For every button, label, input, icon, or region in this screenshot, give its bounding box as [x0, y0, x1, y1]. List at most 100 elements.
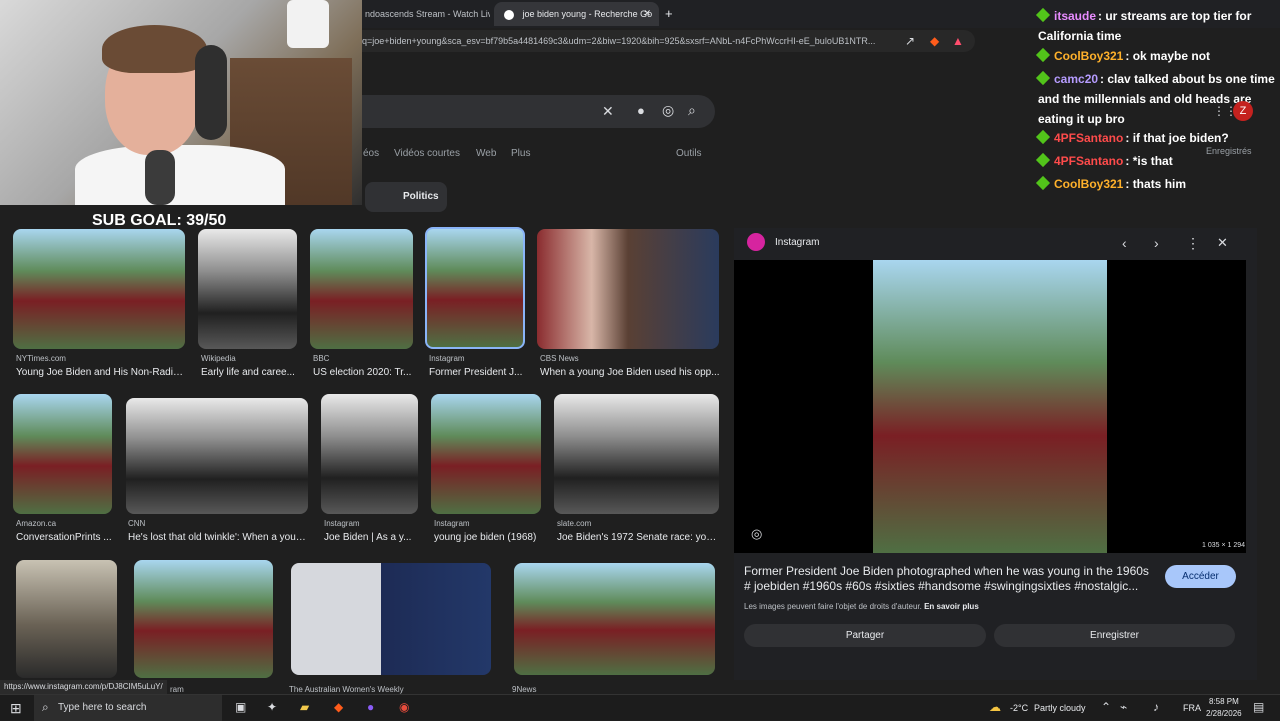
- result-source-4[interactable]: Instagram: [429, 354, 465, 363]
- share-icon[interactable]: ↗: [905, 34, 915, 48]
- result-source-13[interactable]: The Australian Women's Weekly: [289, 685, 404, 694]
- notification-icon[interactable]: ▤: [1253, 700, 1264, 714]
- result-image-3[interactable]: [310, 229, 413, 349]
- result-image-4-selected[interactable]: [425, 227, 525, 349]
- weather-temperature[interactable]: -2°C: [1010, 703, 1028, 713]
- task-view-icon[interactable]: ▣: [235, 700, 246, 714]
- tab-stream[interactable]: ndoascends Stream - Watch Live c: [355, 2, 490, 26]
- preview-image[interactable]: [873, 260, 1107, 553]
- chip-more[interactable]: Plus: [511, 148, 530, 159]
- streamer-shirt: [75, 145, 285, 205]
- windows-start-icon[interactable]: ⊞: [10, 700, 22, 717]
- result-image-2[interactable]: [198, 229, 297, 349]
- clear-search-icon[interactable]: ✕: [602, 103, 614, 120]
- close-tab-icon[interactable]: ✕: [643, 8, 651, 19]
- result-image-9[interactable]: [431, 394, 541, 514]
- result-caption-3[interactable]: US election 2020: Tr...: [313, 367, 413, 378]
- result-image-7[interactable]: [126, 398, 308, 514]
- result-caption-8[interactable]: Joe Biden | As a y...: [324, 532, 418, 543]
- result-caption-9[interactable]: young joe biden (1968): [434, 532, 542, 543]
- related-image-1[interactable]: [746, 663, 906, 680]
- chat-text: : *is that: [1125, 154, 1173, 168]
- badge-icon: [1035, 152, 1051, 168]
- learn-more-link[interactable]: En savoir plus: [924, 602, 979, 611]
- lens-icon[interactable]: ◎: [662, 102, 674, 119]
- clock-time[interactable]: 8:58 PM: [1209, 697, 1239, 706]
- chat-user: 4PFSantano: [1054, 131, 1124, 145]
- volume-icon[interactable]: ♪: [1153, 700, 1159, 714]
- weather-text[interactable]: Partly cloudy: [1034, 703, 1086, 713]
- obs-icon[interactable]: ◉: [399, 700, 409, 714]
- search-icon[interactable]: ⌕: [688, 102, 696, 119]
- result-source-7[interactable]: CNN: [128, 519, 145, 528]
- result-image-12[interactable]: [134, 560, 273, 678]
- preview-description[interactable]: Former President Joe Biden photographed …: [744, 564, 1154, 594]
- result-source-9[interactable]: Instagram: [434, 519, 470, 528]
- chat-text: : ok maybe not: [1125, 49, 1211, 63]
- search-box[interactable]: ✕ ● ◎ ⌕: [340, 95, 715, 128]
- tools-button[interactable]: Outils: [676, 148, 702, 159]
- result-source-2[interactable]: Wikipedia: [201, 354, 236, 363]
- file-explorer-icon[interactable]: ▰: [300, 700, 309, 714]
- result-source-3[interactable]: BBC: [313, 354, 329, 363]
- result-source-6[interactable]: Amazon.ca: [16, 519, 56, 528]
- taskbar-search[interactable]: ⌕ Type here to search: [34, 695, 222, 721]
- result-caption-10[interactable]: Joe Biden's 1972 Senate race: you...: [557, 532, 719, 543]
- share-button[interactable]: Partager: [744, 624, 986, 647]
- rewards-icon[interactable]: ▲: [952, 34, 964, 48]
- chat-text: : thats him: [1125, 177, 1187, 191]
- result-source-1[interactable]: NYTimes.com: [16, 354, 66, 363]
- weather-icon[interactable]: ☁: [989, 700, 1001, 714]
- result-image-5[interactable]: [537, 229, 719, 349]
- result-source-12[interactable]: ram: [170, 685, 184, 694]
- address-bar[interactable]: q=joe+biden+young&sca_esv=bf79b5a4481469…: [350, 30, 975, 52]
- result-image-11[interactable]: [16, 560, 117, 678]
- result-caption-2[interactable]: Early life and caree...: [201, 367, 298, 378]
- chip-short-videos[interactable]: Vidéos courtes: [394, 148, 460, 159]
- result-caption-7[interactable]: He's lost that old twinkle': When a youn…: [128, 532, 308, 543]
- visit-button[interactable]: Accéder: [1165, 565, 1236, 588]
- chat-user: camc20: [1054, 72, 1099, 86]
- brave-browser-icon[interactable]: ◆: [334, 700, 343, 714]
- previous-image-icon[interactable]: ‹: [1122, 235, 1127, 251]
- chip-web[interactable]: Web: [476, 148, 496, 159]
- result-source-8[interactable]: Instagram: [324, 519, 360, 528]
- chip-videos[interactable]: éos: [363, 148, 379, 159]
- mic-icon[interactable]: ●: [637, 103, 645, 118]
- more-options-icon[interactable]: ⋮: [1186, 235, 1200, 252]
- instagram-icon: [747, 233, 765, 251]
- brave-shield-icon[interactable]: ◆: [930, 34, 939, 48]
- preview-site-name[interactable]: Instagram: [775, 237, 819, 248]
- result-source-10[interactable]: slate.com: [557, 519, 591, 528]
- tab-google[interactable]: joe biden young - Recherche Go ✕: [494, 2, 659, 26]
- result-image-10[interactable]: [554, 394, 719, 514]
- app-icon[interactable]: ●: [367, 700, 374, 714]
- result-caption-4[interactable]: Former President J...: [429, 367, 523, 378]
- result-image-1[interactable]: [13, 229, 185, 349]
- result-image-6[interactable]: [13, 394, 112, 514]
- next-image-icon[interactable]: ›: [1154, 235, 1159, 251]
- lens-search-icon[interactable]: ◎: [751, 526, 762, 542]
- result-caption-1[interactable]: Young Joe Biden and His Non-Radic...: [16, 367, 186, 378]
- save-button[interactable]: Enregistrer: [994, 624, 1235, 647]
- result-caption-5[interactable]: When a young Joe Biden used his opp...: [540, 367, 720, 378]
- copilot-icon[interactable]: ✦: [267, 700, 277, 714]
- result-source-5[interactable]: CBS News: [540, 354, 579, 363]
- result-image-8[interactable]: [321, 394, 418, 514]
- politics-chip-label: Politics: [403, 191, 439, 202]
- account-avatar[interactable]: Z: [1233, 101, 1253, 121]
- result-image-13[interactable]: [291, 563, 491, 675]
- clock-date[interactable]: 2/28/2026: [1206, 709, 1242, 718]
- chevron-up-icon[interactable]: ⌃: [1101, 700, 1111, 714]
- new-tab-button[interactable]: +: [665, 6, 673, 21]
- headset: [195, 45, 227, 140]
- network-icon[interactable]: ⌁: [1120, 700, 1127, 714]
- close-preview-icon[interactable]: ✕: [1217, 235, 1228, 251]
- image-dimensions: 1 035 × 1 294: [1202, 542, 1246, 549]
- politics-chip[interactable]: Politics: [365, 182, 447, 212]
- result-source-14[interactable]: 9News: [512, 685, 536, 694]
- tab-google-label: joe biden young - Recherche Go: [522, 9, 653, 19]
- result-caption-6[interactable]: ConversationPrints ...: [16, 532, 114, 543]
- result-image-14[interactable]: [514, 563, 715, 675]
- language-indicator[interactable]: FRA: [1183, 703, 1201, 713]
